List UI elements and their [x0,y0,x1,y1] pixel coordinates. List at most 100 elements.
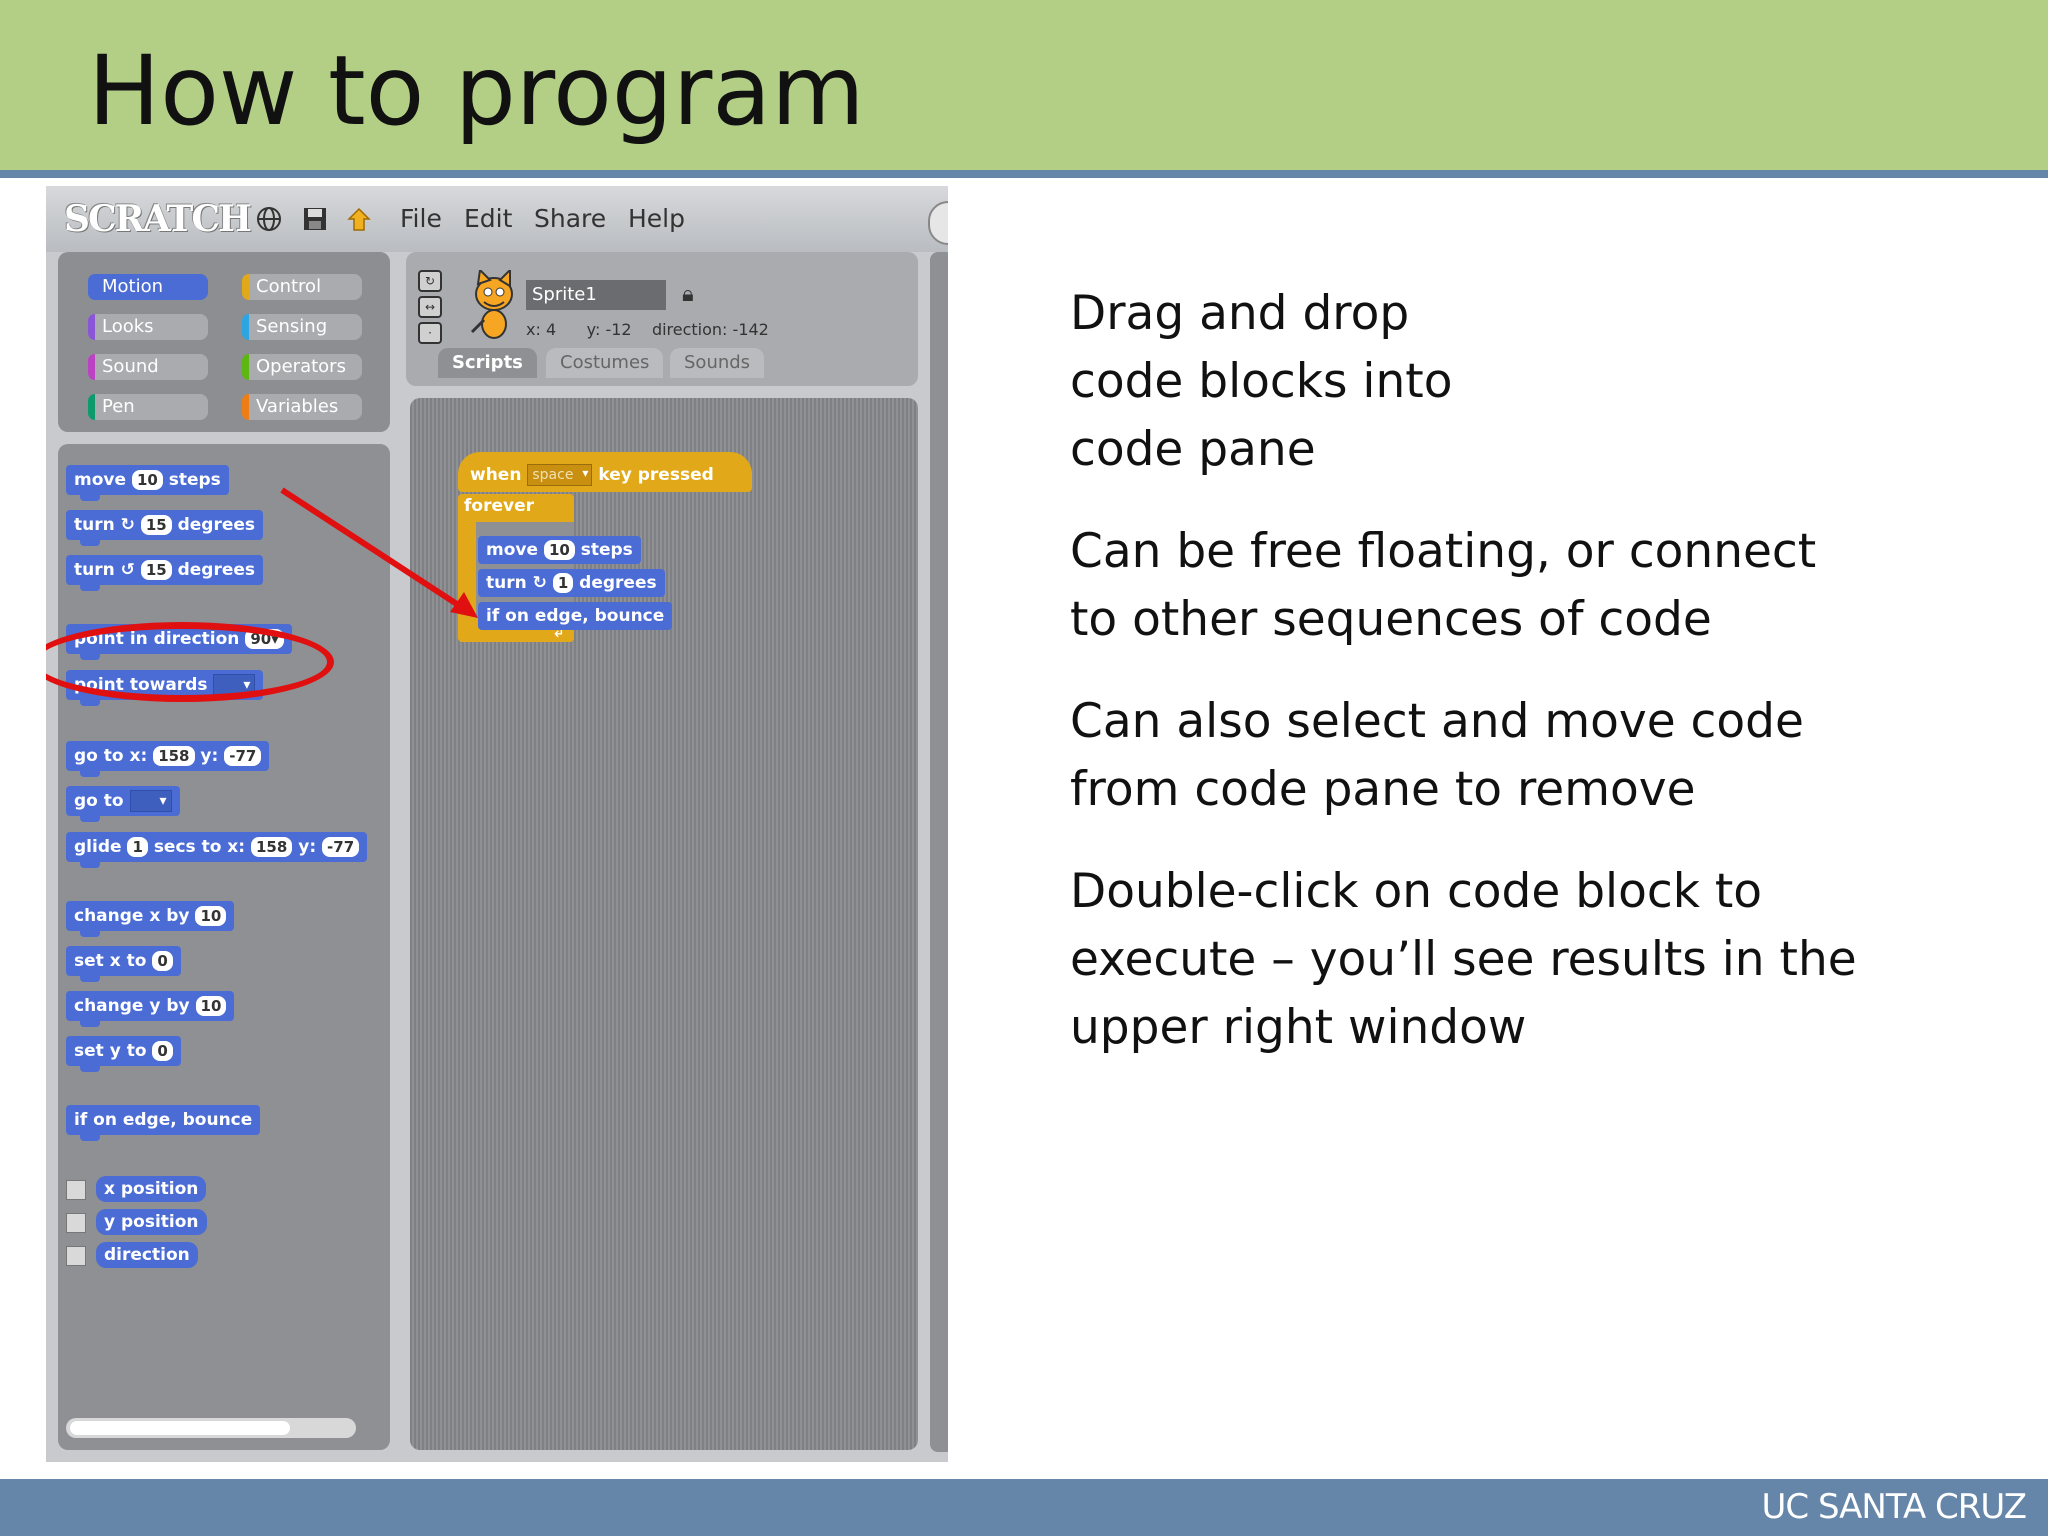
script-block-move[interactable]: move 10 steps [478,536,641,564]
category-variables[interactable]: Variables [242,394,362,420]
y-input[interactable]: -77 [322,837,360,857]
scrollbar-thumb[interactable] [70,1421,290,1435]
menu-help[interactable]: Help [628,204,685,233]
block-text: go to [74,791,124,811]
category-label: Variables [256,396,339,417]
block-text: if on edge, bounce [74,1110,253,1130]
sprite-name-field[interactable]: Sprite1 [526,280,666,310]
turn-cw-icon: ↻ [532,573,547,593]
language-button[interactable] [928,201,948,245]
degrees-input[interactable]: 1 [552,573,574,593]
block-text: change x by [74,906,190,926]
category-sound[interactable]: Sound [88,354,208,380]
rotate-icon[interactable]: ↻ [418,270,442,292]
block-when-key-pressed[interactable]: when space key pressed [458,452,752,492]
y-input[interactable]: -77 [224,746,262,766]
bullet-line: to other sequences of code [1070,592,1712,647]
header-rule [0,170,2048,178]
category-sensing[interactable]: Sensing [242,314,362,340]
category-color-bar [88,394,95,420]
bullet-line: Drag and drop [1070,286,1410,341]
reporter-checkbox[interactable] [66,1213,86,1233]
reporter-direction[interactable]: direction [96,1242,198,1268]
menu-file[interactable]: File [400,204,442,233]
scratch-logo: SCRATCH [64,198,252,240]
degrees-input[interactable]: 15 [140,560,172,580]
reporter-checkbox[interactable] [66,1246,86,1266]
block-change-y[interactable]: change y by 10 [66,991,235,1027]
no-rotate-icon[interactable]: · [418,322,442,344]
reporter-checkbox[interactable] [66,1180,86,1200]
flip-icon[interactable]: ↔ [418,296,442,318]
block-glide[interactable]: glide 1 secs to x: 158 y: -77 [66,832,368,868]
script-block-turn[interactable]: turn ↻ 1 degrees [478,569,665,597]
block-go-to-xy[interactable]: go to x: 158 y: -77 [66,741,270,777]
category-control[interactable]: Control [242,274,362,300]
turn-ccw-icon: ↺ [120,560,135,580]
block-if-on-edge-bounce[interactable]: if on edge, bounce [66,1105,261,1141]
save-icon[interactable] [302,206,328,232]
block-text: steps [168,470,221,490]
category-color-bar [242,274,249,300]
reporter-y-position[interactable]: y position [96,1209,207,1235]
category-color-bar [88,314,95,340]
reporter-x-position[interactable]: x position [96,1176,207,1202]
secs-input[interactable]: 1 [127,837,148,857]
block-change-x[interactable]: change x by 10 [66,901,235,937]
share-icon[interactable] [346,206,372,232]
steps-input[interactable]: 10 [131,470,163,490]
target-dropdown[interactable] [129,786,172,816]
block-text: go to x: [74,746,148,766]
block-go-to[interactable]: go to [66,786,180,822]
menu-edit[interactable]: Edit [464,204,512,233]
tab-costumes[interactable]: Costumes [546,348,664,378]
sprite-info-panel: ↻ ↔ · Sprite1 🔒︎ x: 4 y: -12 direction: … [406,252,918,386]
block-set-y[interactable]: set y to 0 [66,1036,181,1072]
bullet-line: code blocks into [1070,354,1453,409]
globe-icon[interactable] [256,206,282,232]
bullet-item: Double-click on code block to execute – … [1070,858,2010,1062]
block-turn-cw[interactable]: turn ↻ 15 degrees [66,510,264,546]
category-operators[interactable]: Operators [242,354,362,380]
palette-scrollbar[interactable] [66,1418,356,1438]
value-input[interactable]: 0 [152,1041,173,1061]
menu-share[interactable]: Share [534,204,606,233]
bullet-line: execute – you’ll see results in the [1070,932,1857,987]
degrees-input[interactable]: 15 [140,515,172,535]
direction-label: direction: [651,320,728,339]
value-input[interactable]: 10 [195,906,227,926]
sprite-cat-icon [470,270,513,339]
footer-band: UC SANTA CRUZ [0,1479,2048,1536]
x-input[interactable]: 158 [153,746,195,766]
category-looks[interactable]: Looks [88,314,208,340]
block-text: change y by [74,996,190,1016]
tab-scripts[interactable]: Scripts [438,348,537,378]
category-motion[interactable]: Motion [88,274,208,300]
lock-icon[interactable]: 🔒︎ [682,282,694,307]
y-value: -12 [605,320,632,339]
block-text: y: [200,746,219,766]
category-pen[interactable]: Pen [88,394,208,420]
category-label: Sensing [256,316,328,337]
block-text: set x to [74,951,147,971]
scratch-window: SCRATCH File Edit Share Help Motion Cont… [46,186,948,1462]
block-move-steps[interactable]: move 10 steps [66,465,229,501]
stage-edge [930,252,948,1452]
steps-input[interactable]: 10 [543,540,575,560]
tab-sounds[interactable]: Sounds [670,348,765,378]
category-label: Operators [256,356,346,377]
block-set-x[interactable]: set x to 0 [66,946,181,982]
block-text: secs to x: [153,837,246,857]
block-text: glide [74,837,122,857]
x-input[interactable]: 158 [251,837,293,857]
block-text: y: [298,837,317,857]
block-text: turn [486,573,527,593]
bullet-item: Can also select and move code from code … [1070,688,2010,824]
bullet-list: Drag and drop code blocks into code pane… [1070,280,2010,1096]
category-panel: Motion Control Looks Sensing Sound Opera… [58,252,390,432]
script-block-bounce[interactable]: if on edge, bounce [478,602,673,630]
block-turn-ccw[interactable]: turn ↺ 15 degrees [66,555,264,591]
value-input[interactable]: 0 [152,951,173,971]
value-input[interactable]: 10 [195,996,227,1016]
key-dropdown[interactable]: space [527,463,593,486]
